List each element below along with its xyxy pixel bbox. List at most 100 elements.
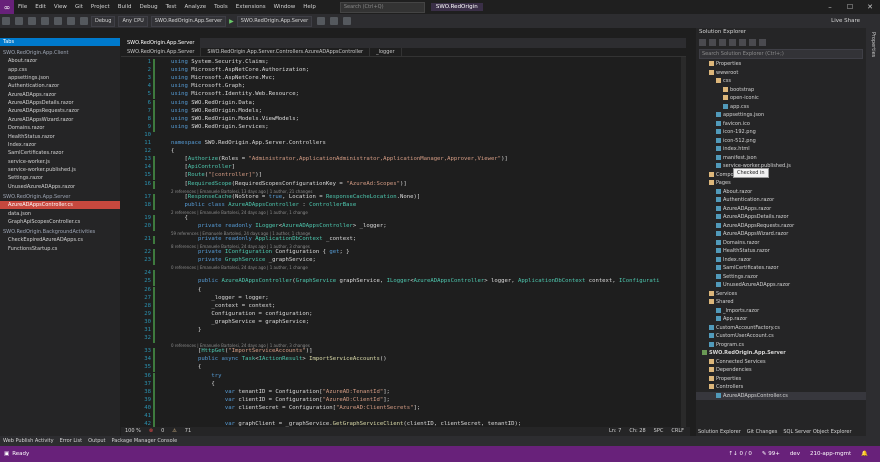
tree-item[interactable]: Authentication.razor <box>696 196 866 205</box>
explorer-tab[interactable]: Solution Explorer <box>698 428 741 436</box>
code-line[interactable]: [Authorize(Roles = "Administrator,Applic… <box>171 156 507 162</box>
line-endings[interactable]: CRLF <box>671 427 690 436</box>
tree-item[interactable]: Properties <box>696 375 866 384</box>
branch-name[interactable]: dev <box>790 451 800 457</box>
code-line[interactable]: { <box>171 287 201 293</box>
run-target-button[interactable]: SWO.RedOrigin.App.Server <box>236 15 313 27</box>
tree-item[interactable]: Settings.razor <box>696 273 866 282</box>
breakpoint-icon[interactable] <box>343 17 352 25</box>
code-line[interactable]: using SWO.RedOrigin.Models; <box>171 108 262 114</box>
minimize-icon[interactable]: – <box>820 0 840 14</box>
code-line[interactable]: [ApiController] <box>171 164 235 170</box>
properties-icon[interactable] <box>749 39 756 46</box>
code-line[interactable]: var clientID = Configuration["AzureAD:Cl… <box>171 397 390 403</box>
code-line[interactable]: private IConfiguration Configuration { g… <box>171 249 350 255</box>
code-line[interactable]: { <box>171 215 187 221</box>
live-share-button[interactable]: Live Share <box>831 14 860 28</box>
tool-window-tab[interactable]: Package Manager Console <box>112 436 178 446</box>
sync-icon[interactable] <box>709 39 716 46</box>
pending-changes[interactable]: ✎ 99+ <box>762 451 780 457</box>
tree-item[interactable]: open-iconic <box>696 94 866 103</box>
open-tab-item[interactable]: AzureADApps.razor <box>0 91 120 99</box>
tree-item[interactable]: Pages <box>696 179 866 188</box>
tree-item[interactable]: service-worker.published.js <box>696 162 866 171</box>
tree-item[interactable]: App.razor <box>696 315 866 324</box>
tool-window-tab[interactable]: Web Publish Activity <box>3 436 54 446</box>
play-icon[interactable]: ▶ <box>229 18 234 25</box>
code-line[interactable]: try <box>171 373 221 379</box>
code-line[interactable]: using SWO.RedOrigin.Models.ViewModels; <box>171 116 299 122</box>
code-line[interactable]: { <box>171 381 214 387</box>
open-tab-item[interactable]: Domains.razor <box>0 124 120 132</box>
menu-item[interactable]: Extensions <box>232 4 270 10</box>
code-line[interactable]: using Microsoft.AspNetCore.Mvc; <box>171 75 275 81</box>
platform-dropdown[interactable]: Any CPU <box>118 15 148 27</box>
tree-item[interactable]: Dependencies <box>696 366 866 375</box>
undo-icon[interactable] <box>67 17 75 25</box>
error-icon[interactable]: ⊗ <box>149 427 153 436</box>
close-icon[interactable]: ✕ <box>860 0 880 14</box>
forward-icon[interactable] <box>15 17 23 25</box>
collapse-all-icon[interactable] <box>729 39 736 46</box>
tab-group-header[interactable]: SWO.RedOrigin.BackgroundActivities <box>0 228 120 236</box>
code-line[interactable]: [RequiredScope(RequiredScopesConfigurati… <box>171 181 406 187</box>
code-line[interactable]: var clientSecret = Configuration["AzureA… <box>171 405 420 411</box>
nav-dropdown[interactable]: _logger <box>370 48 402 56</box>
menu-item[interactable]: Debug <box>136 4 162 10</box>
code-line[interactable]: private GraphService _graphService; <box>171 257 316 263</box>
tree-item[interactable]: Index.razor <box>696 256 866 265</box>
wrench-icon[interactable] <box>759 39 766 46</box>
code-line[interactable]: using Microsoft.Graph; <box>171 83 245 89</box>
code-line[interactable]: } <box>171 327 201 333</box>
indent-mode[interactable]: SPC <box>654 427 664 436</box>
startup-project-dropdown[interactable]: SWO.RedOrigin.App.Server <box>150 15 227 27</box>
tree-item[interactable]: About.razor <box>696 188 866 197</box>
code-lens[interactable]: 0 references | Emanuele Bartolesi, 24 da… <box>171 265 308 270</box>
tree-item[interactable]: SWO.RedOrigin.App.Server <box>696 349 866 358</box>
open-tab-item[interactable]: Settings.razor <box>0 174 120 182</box>
tree-item[interactable]: icon-192.png <box>696 128 866 137</box>
code-line[interactable]: private readonly ApplicationDbContext _c… <box>171 236 356 242</box>
code-line[interactable]: [Route("[controller]")] <box>171 172 262 178</box>
tree-item[interactable]: index.html <box>696 145 866 154</box>
code-line[interactable]: public AzureADAppsController(GraphServic… <box>171 278 660 284</box>
tree-item[interactable]: Domains.razor <box>696 239 866 248</box>
tree-item[interactable]: appsettings.json <box>696 111 866 120</box>
tree-item[interactable]: UnusedAzureADApps.razor <box>696 281 866 290</box>
tree-item[interactable]: Controllers <box>696 383 866 392</box>
code-line[interactable]: using SWO.RedOrigin.Services; <box>171 124 269 130</box>
tree-item[interactable]: SamlCertificates.razor <box>696 264 866 273</box>
tree-item[interactable]: CustomAccountFactory.cs <box>696 324 866 333</box>
tree-item[interactable]: Components <box>696 171 866 180</box>
open-tab-item[interactable]: AzureADAppsWizard.razor <box>0 116 120 124</box>
menu-item[interactable]: Project <box>87 4 114 10</box>
solution-search-input[interactable]: Search Solution Explorer (Ctrl+;) <box>699 49 863 59</box>
nav-dropdown[interactable]: SWO.RedOrigin.App.Server <box>121 48 202 56</box>
editor-scrollbar[interactable] <box>681 57 686 427</box>
code-line[interactable]: var tenantID = Configuration["AzureAD:Te… <box>171 389 390 395</box>
menu-item[interactable]: Help <box>299 4 320 10</box>
tree-item[interactable]: Shared <box>696 298 866 307</box>
menu-item[interactable]: File <box>14 4 31 10</box>
open-tab-item[interactable]: FunctionsStartup.cs <box>0 245 120 253</box>
file-tab[interactable]: SWO.RedOrigin.App.Server <box>121 38 201 48</box>
tree-item[interactable]: _Imports.razor <box>696 307 866 316</box>
menu-item[interactable]: Tools <box>210 4 232 10</box>
code-line[interactable]: Configuration = configuration; <box>171 311 312 317</box>
code-line[interactable]: using System.Security.Claims; <box>171 59 269 65</box>
tree-item[interactable]: AzureADAppsController.cs <box>696 391 866 400</box>
code-line[interactable]: using SWO.RedOrigin.Data; <box>171 100 255 106</box>
refresh-icon[interactable] <box>719 39 726 46</box>
properties-tab[interactable]: Properties <box>870 32 876 57</box>
menu-item[interactable]: Edit <box>31 4 50 10</box>
open-tab-item[interactable]: CheckExpiredAzureADApps.cs <box>0 236 120 244</box>
open-tab-item[interactable]: data.json <box>0 209 120 217</box>
code-line[interactable]: [ResponseCache(NoStore = true, Location … <box>171 194 420 200</box>
tree-item[interactable]: Services <box>696 290 866 299</box>
tab-group-header[interactable]: SWO.RedOrigin.App.Client <box>0 49 120 57</box>
tab-group-header[interactable]: SWO.RedOrigin.App.Server <box>0 193 120 201</box>
search-input[interactable]: Search (Ctrl+Q) <box>339 1 425 13</box>
tree-item[interactable]: HealthStatus.razor <box>696 247 866 256</box>
tree-item[interactable]: AzureADAppsWizard.razor <box>696 230 866 239</box>
tree-item[interactable]: css <box>696 77 866 86</box>
